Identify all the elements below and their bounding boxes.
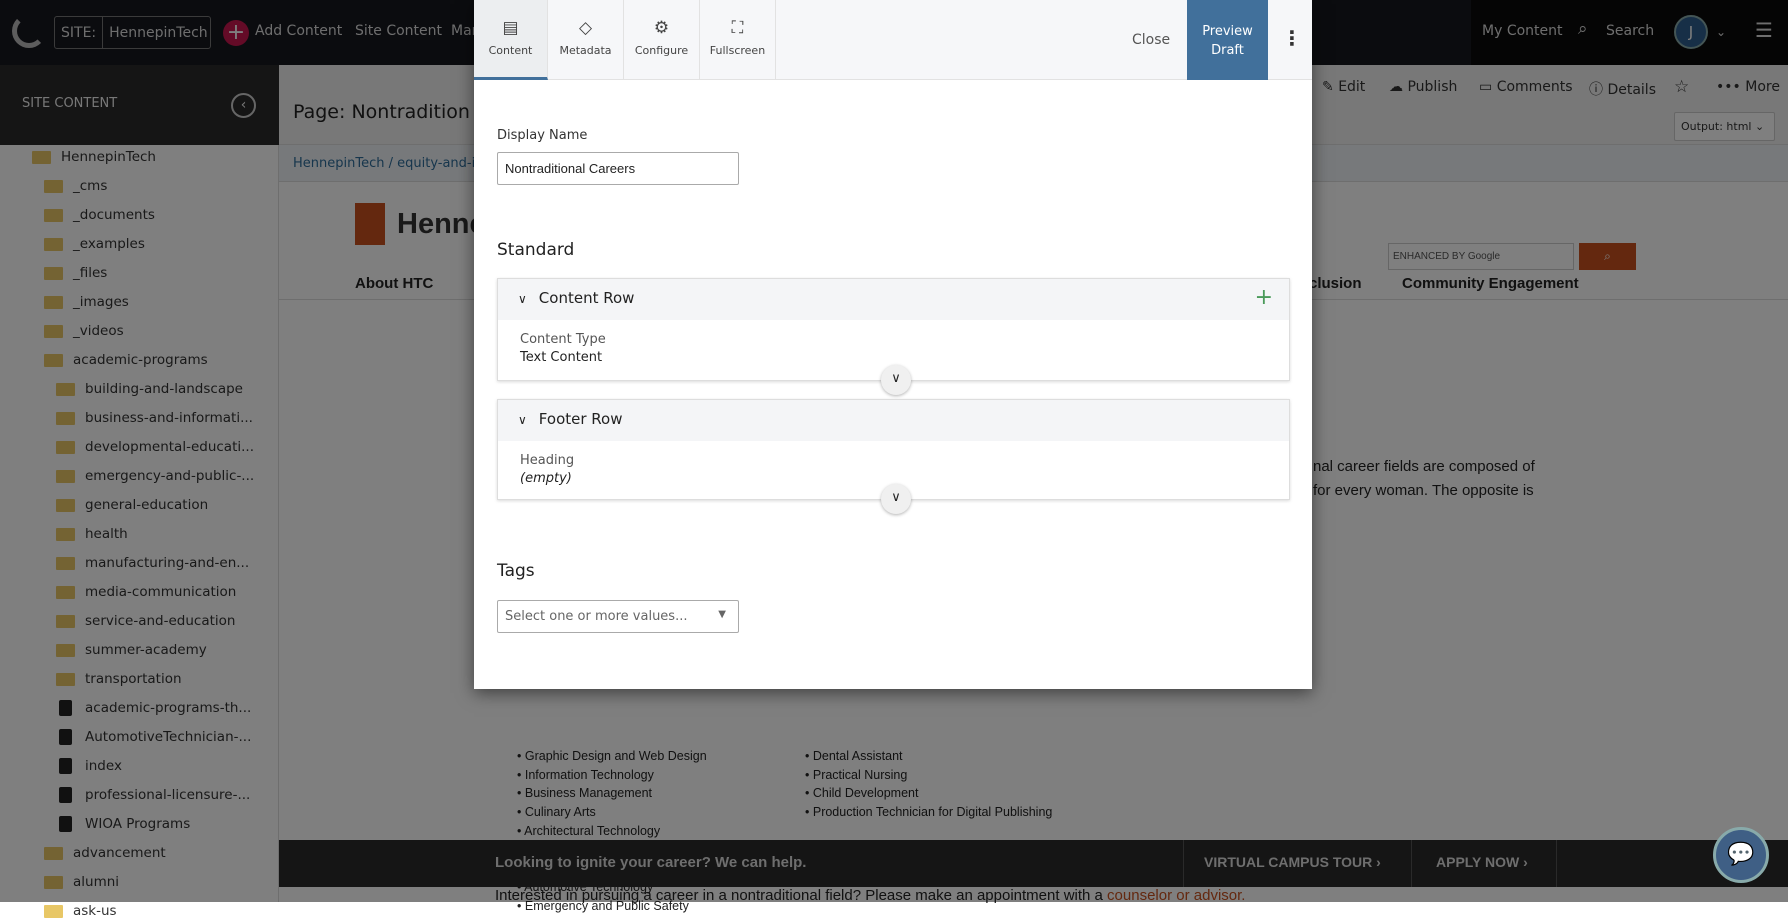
content-type-value: Text Content [520, 350, 603, 365]
tags-heading: Tags [497, 561, 535, 581]
tags-placeholder: Select one or more values... [505, 609, 688, 624]
footer-row-title: Footer Row [538, 410, 623, 428]
content-row-card: ∨ Content Row + Content Type Text Content ∨ [497, 278, 1290, 395]
footer-row-header[interactable]: ∨ Footer Row [498, 400, 1289, 441]
tab-label: Configure [634, 44, 689, 57]
tab-label: Content [488, 44, 533, 57]
gear-icon: ⚙ [653, 18, 670, 38]
tab-content[interactable]: ▤ Content [474, 0, 548, 80]
edit-modal: ▤ Content ◇ Metadata ⚙ Configure ⛶ Fullscree… [474, 0, 1312, 689]
chevron-down-icon[interactable]: ∨ [518, 413, 527, 427]
add-row-icon[interactable]: + [1255, 285, 1273, 310]
tree-item-label: ask-us [73, 903, 117, 919]
content-row-title: Content Row [538, 289, 635, 307]
tab-configure[interactable]: ⚙ Configure [624, 0, 700, 80]
chevron-down-icon[interactable]: ∨ [518, 292, 527, 306]
fullscreen-icon: ⛶ [731, 18, 744, 38]
tags-select[interactable]: Select one or more values... ▼ [497, 600, 739, 633]
modal-header: ▤ Content ◇ Metadata ⚙ Configure ⛶ Fullscree… [474, 0, 1312, 80]
footer-row-card: ∨ Footer Row Heading (empty) ∨ [497, 399, 1290, 514]
standard-heading: Standard [497, 240, 575, 260]
expand-icon[interactable]: ∨ [881, 365, 911, 395]
display-name-input[interactable] [497, 152, 739, 185]
preview-draft-button[interactable]: Preview Draft [1187, 0, 1268, 80]
chat-launcher-icon[interactable]: 💬 [1713, 827, 1769, 883]
expand-icon[interactable]: ∨ [881, 484, 911, 514]
close-button[interactable]: Close [1132, 32, 1170, 48]
tab-fullscreen[interactable]: ⛶ Fullscreen [700, 0, 776, 80]
heading-label: Heading [520, 453, 575, 468]
content-type-label: Content Type [520, 332, 606, 347]
display-name-label: Display Name [497, 128, 588, 143]
more-options-icon[interactable]: ⋮ [1282, 26, 1302, 50]
tag-icon: ◇ [578, 18, 593, 38]
tab-metadata[interactable]: ◇ Metadata [548, 0, 624, 80]
folder-icon [44, 904, 63, 918]
dropdown-caret-icon: ▼ [718, 609, 726, 620]
content-row-header[interactable]: ∨ Content Row + [498, 279, 1289, 320]
tab-label: Fullscreen [709, 44, 766, 57]
document-icon: ▤ [502, 18, 519, 38]
tab-label: Metadata [559, 44, 612, 57]
